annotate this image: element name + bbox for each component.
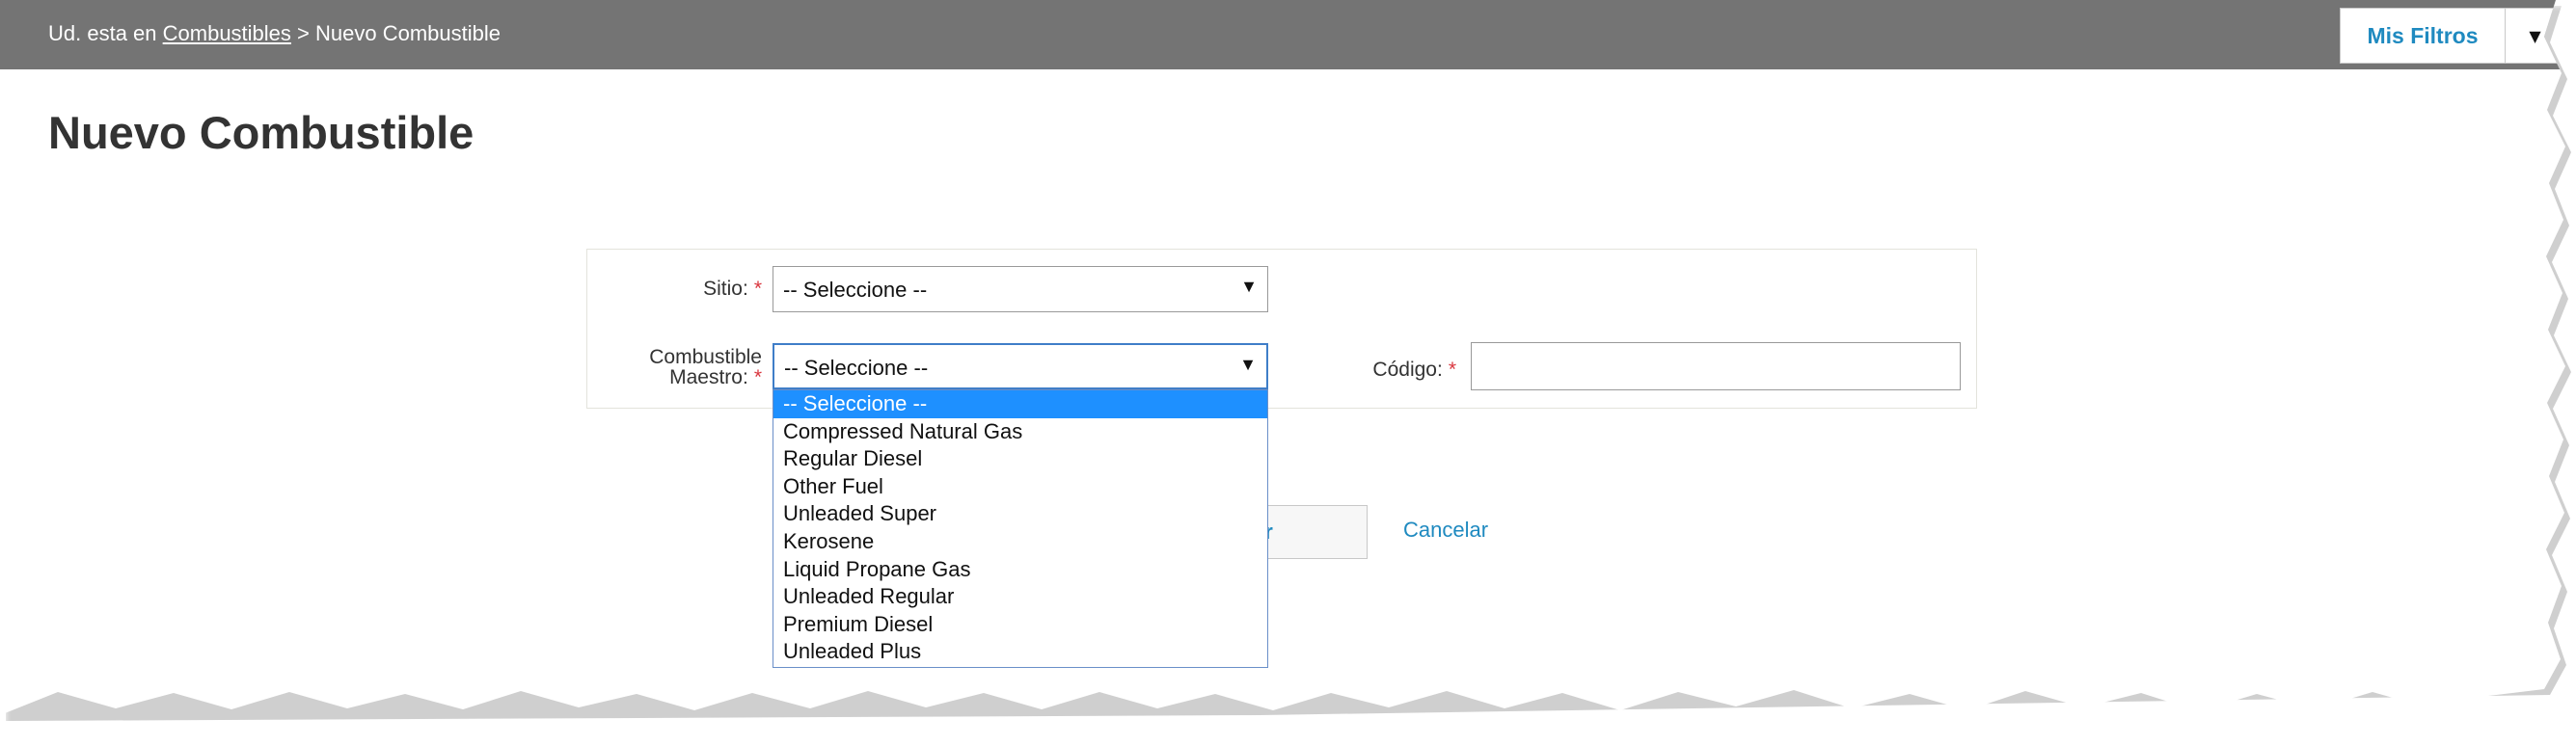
combustible-maestro-options-list: -- Seleccione -- Compressed Natural Gas Re… [773,389,1268,668]
breadcrumb-prefix: Ud. esta en [48,21,163,45]
codigo-input[interactable] [1471,342,1961,390]
combustible-maestro-select[interactable]: -- Seleccione -- ▼ [773,343,1268,389]
dropdown-option[interactable]: Unleaded Super [773,500,1267,528]
sitio-select[interactable]: -- Seleccione -- ▼ [773,266,1268,312]
dropdown-option[interactable]: Compressed Natural Gas [773,418,1267,446]
sitio-select-value: -- Seleccione -- [783,278,928,302]
dropdown-option[interactable]: Other Fuel [773,473,1267,501]
codigo-label: Código: * [1331,359,1456,382]
sitio-label-text: Sitio: [703,278,748,300]
filters-control: Mis Filtros ▼ [2340,8,2565,64]
dropdown-option[interactable]: Kerosene [773,528,1267,556]
dropdown-option[interactable]: -- Seleccione -- [773,390,1267,418]
combustible-maestro-label: Combustible Maestro: * [617,347,762,387]
combustible-maestro-label-line2: Maestro: [669,366,748,388]
dropdown-option[interactable]: Premium Diesel [773,611,1267,639]
combustible-maestro-select-value: -- Seleccione -- [784,356,929,380]
combustible-maestro-label-line1: Combustible [649,346,762,368]
page-sheet: Ud. esta en Combustibles > Nuevo Combust… [0,0,2565,715]
dropdown-option[interactable]: Unleaded Plus [773,638,1267,666]
codigo-required-mark: * [1448,359,1456,381]
dropdown-option[interactable]: Unleaded Regular [773,583,1267,611]
sitio-label: Sitio: * [675,278,762,301]
breadcrumb-link-combustibles[interactable]: Combustibles [163,21,291,45]
codigo-label-text: Código: [1372,359,1443,381]
cancel-link[interactable]: Cancelar [1403,518,1488,543]
sitio-required-mark: * [753,278,762,300]
dropdown-option[interactable]: Liquid Propane Gas [773,556,1267,584]
page-title: Nuevo Combustible [48,107,475,158]
breadcrumb-separator: > [290,21,315,45]
breadcrumb: Ud. esta en Combustibles > Nuevo Combust… [48,21,501,46]
mis-filtros-button[interactable]: Mis Filtros [2341,9,2506,63]
top-bar: Ud. esta en Combustibles > Nuevo Combust… [0,0,2565,69]
dropdown-option[interactable]: Regular Diesel [773,445,1267,473]
dropdown-arrow-icon: ▼ [1239,355,1257,374]
breadcrumb-current: Nuevo Combustible [315,21,501,45]
dropdown-arrow-icon: ▼ [1240,277,1258,296]
combustible-maestro-required-mark: * [753,366,762,388]
